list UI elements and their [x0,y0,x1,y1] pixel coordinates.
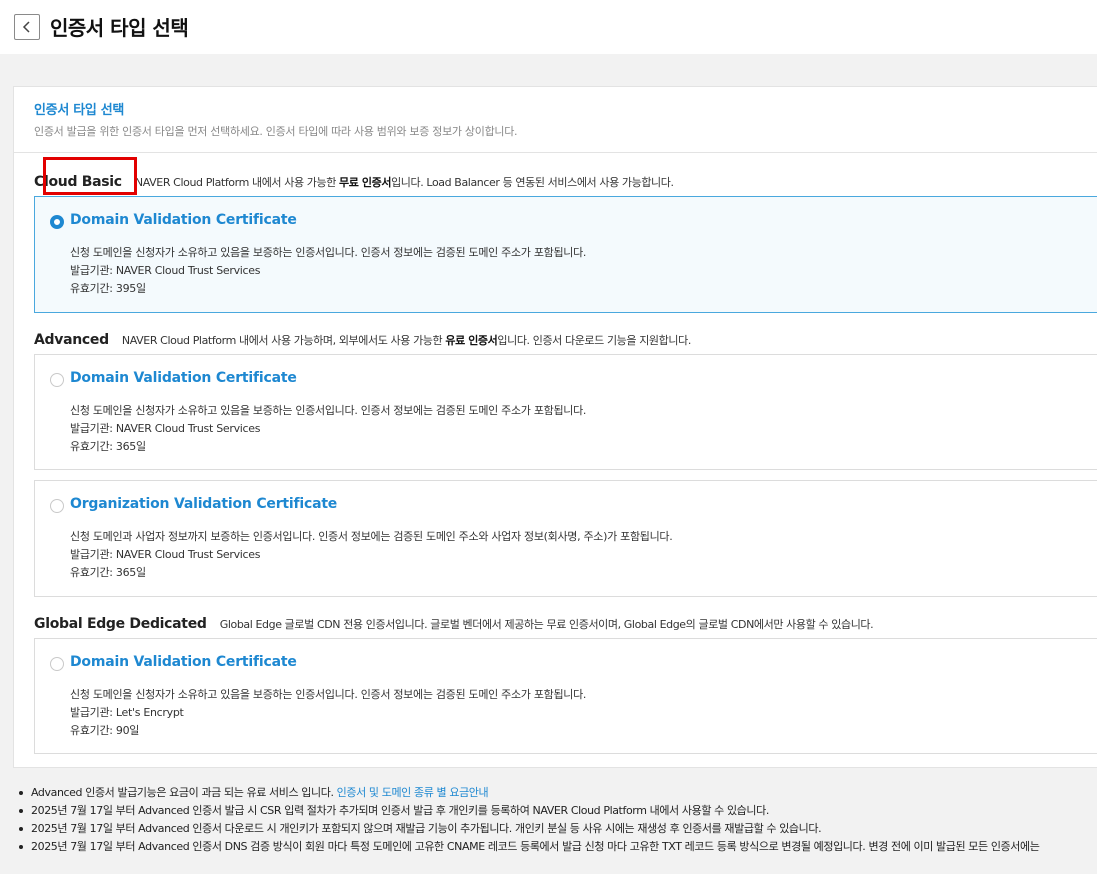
card-description: 신청 도메인을 신청자가 소유하고 있음을 보증하는 인증서입니다. 인증서 정… [70,404,587,417]
notice-list: Advanced 인증서 발급기능은 요금이 과금 되는 유료 서비스 입니다.… [18,784,1097,856]
card-description: 신청 도메인을 신청자가 소유하고 있음을 보증하는 인증서입니다. 인증서 정… [70,688,587,701]
panel-title: 인증서 타입 선택 [34,103,125,118]
notice-item: 2025년 7월 17일 부터 Advanced 인증서 DNS 검증 방식이 … [18,838,1097,856]
card-issuer: 발급기관: NAVER Cloud Trust Services [70,264,261,277]
certificate-type-panel: 인증서 타입 선택 인증서 발급을 위한 인증서 타입을 먼저 선택하세요. 인… [13,86,1097,768]
section-advanced-header: Advanced NAVER Cloud Platform 내에서 사용 가능하… [34,329,691,348]
radio-advanced-ov[interactable] [50,499,64,513]
highlight-annotation [43,157,137,195]
card-validity: 유효기간: 395일 [70,282,146,295]
radio-global-edge-dv[interactable] [50,657,64,671]
pricing-link[interactable]: 인증서 및 도메인 종류 별 요금안내 [337,786,489,799]
card-description: 신청 도메인과 사업자 정보까지 보증하는 인증서입니다. 인증서 정보에는 검… [70,530,673,543]
card-global-edge-dv[interactable]: Domain Validation Certificate 신청 도메인을 신청… [34,638,1097,754]
section-description: NAVER Cloud Platform 내에서 사용 가능하며, 외부에서도 … [121,334,691,347]
page-header: 인증서 타입 선택 [0,0,1097,54]
card-advanced-ov[interactable]: Organization Validation Certificate 신청 도… [34,480,1097,597]
card-title[interactable]: Domain Validation Certificate [70,212,297,228]
card-validity: 유효기간: 365일 [70,566,146,579]
section-name: Advanced [34,332,109,348]
card-validity: 유효기간: 90일 [70,724,140,737]
card-cloud-basic-dv[interactable]: Domain Validation Certificate 신청 도메인을 신청… [34,196,1097,313]
radio-cloud-basic-dv[interactable] [50,215,64,229]
radio-advanced-dv[interactable] [50,373,64,387]
card-issuer: 발급기관: NAVER Cloud Trust Services [70,548,261,561]
section-name: Global Edge Dedicated [34,616,207,632]
section-global-edge-header: Global Edge Dedicated Global Edge 글로벌 CD… [34,613,874,632]
card-description: 신청 도메인을 신청자가 소유하고 있음을 보증하는 인증서입니다. 인증서 정… [70,246,587,259]
card-title[interactable]: Domain Validation Certificate [70,654,297,670]
chevron-left-icon [22,21,30,33]
back-button[interactable] [14,14,40,40]
card-title[interactable]: Organization Validation Certificate [70,496,337,512]
card-validity: 유효기간: 365일 [70,440,146,453]
card-issuer: 발급기관: NAVER Cloud Trust Services [70,422,261,435]
divider [14,152,1097,153]
section-description: Global Edge 글로벌 CDN 전용 인증서입니다. 글로벌 벤더에서 … [219,618,874,631]
card-advanced-dv[interactable]: Domain Validation Certificate 신청 도메인을 신청… [34,354,1097,470]
section-description: NAVER Cloud Platform 내에서 사용 가능한 무료 인증서입니… [134,176,674,189]
card-title[interactable]: Domain Validation Certificate [70,370,297,386]
notice-item: 2025년 7월 17일 부터 Advanced 인증서 다운로드 시 개인키가… [18,820,1097,838]
page-title: 인증서 타입 선택 [50,16,189,40]
notice-item: 2025년 7월 17일 부터 Advanced 인증서 발급 시 CSR 입력… [18,802,1097,820]
card-issuer: 발급기관: Let's Encrypt [70,706,184,719]
notice-item: Advanced 인증서 발급기능은 요금이 과금 되는 유료 서비스 입니다.… [18,784,1097,802]
panel-description: 인증서 발급을 위한 인증서 타입을 먼저 선택하세요. 인증서 타입에 따라 … [34,125,518,138]
